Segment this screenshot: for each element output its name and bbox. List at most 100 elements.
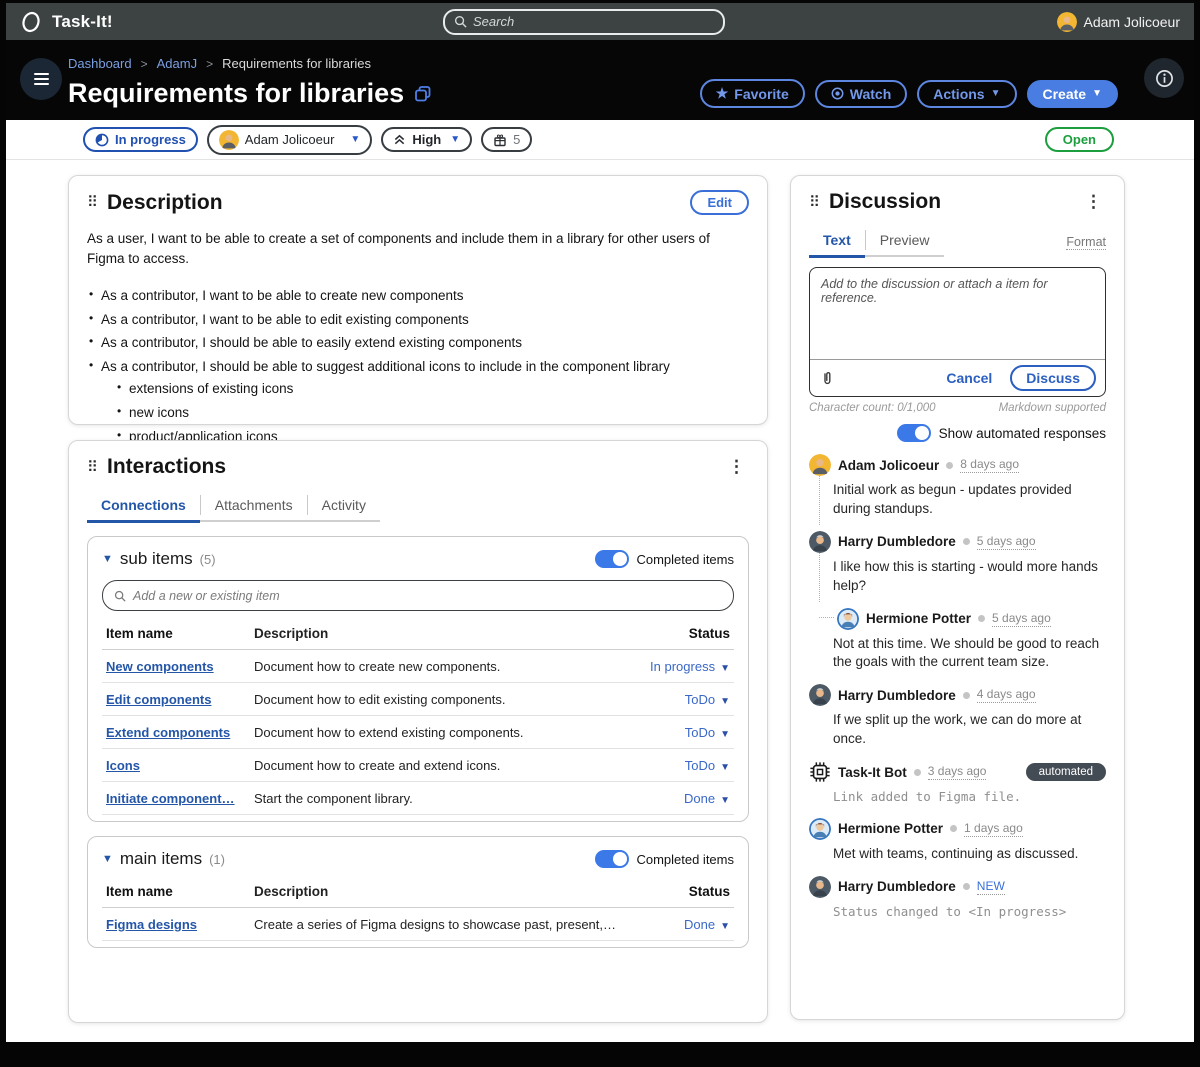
item-link[interactable]: Edit components [106,692,211,707]
sub-items-table: Item nameDescriptionStatusNew components… [102,617,734,815]
item-link[interactable]: Extend components [106,725,230,740]
copy-icon[interactable] [414,85,432,103]
comment-body: If we split up the work, we can do more … [833,711,1106,749]
add-item-placeholder: Add a new or existing item [133,589,280,603]
cancel-button[interactable]: Cancel [946,370,992,386]
description-bullet: As a contributor, I should be able to ea… [87,333,749,353]
points-chip[interactable]: 5 [481,127,532,152]
create-dropdown[interactable]: Create▼ [1027,80,1119,108]
comment: Hermione Potter5 days agoNot at this tim… [809,604,1106,673]
item-link[interactable]: Initiate component… [106,791,235,806]
automated-responses-toggle[interactable] [897,424,931,442]
priority-dropdown[interactable]: High ▼ [381,127,472,152]
discussion-editor[interactable]: Add to the discussion or attach a item f… [809,267,1106,397]
column-header: Item name [106,884,254,899]
edit-button[interactable]: Edit [690,190,749,215]
avatar [219,130,239,150]
list-title: main items [120,849,202,869]
actions-dropdown[interactable]: Actions▼ [917,80,1016,108]
comment-author: Hermione Potter [866,611,971,626]
description-cell: Document how to edit existing components… [254,692,622,707]
avatar [809,684,831,706]
automated-badge: automated [1026,763,1106,781]
breadcrumb-item[interactable]: Dashboard [68,56,132,71]
character-count: Character count: 0/1,000 [809,402,936,414]
status-dropdown[interactable]: In progress▼ [622,659,730,674]
item-cell: Figma designs [106,917,254,932]
search-icon [454,15,467,28]
status-dropdown[interactable]: ToDo▼ [622,692,730,707]
chevron-down-icon: ▼ [720,921,730,932]
tab-preview[interactable]: Preview [866,228,944,255]
comment-header: Task-It Bot 3 days ago automated [809,757,1106,785]
comment-timestamp[interactable]: 8 days ago [960,457,1019,473]
comment-timestamp[interactable]: 3 days ago [928,764,987,780]
comment-timestamp[interactable]: 5 days ago [992,611,1051,627]
collapse-triangle-icon[interactable]: ▼ [102,553,113,565]
main-items-table: Item nameDescriptionStatusFigma designsC… [102,875,734,941]
tab-text[interactable]: Text [809,228,865,255]
assignee-dropdown[interactable]: Adam Jolicoeur ▼ [207,125,373,155]
completed-items-toggle[interactable] [595,850,629,868]
open-state-badge: Open [1045,127,1114,152]
item-link[interactable]: Icons [106,758,140,773]
description-intro: As a user, I want to be able to create a… [87,229,749,268]
user-name: Adam Jolicoeur [1084,14,1181,30]
discussion-tabs: TextPreview [809,228,944,257]
avatar [809,876,831,898]
description-bullet: As a contributor, I want to be able to c… [87,286,749,306]
global-search-input[interactable]: Search [443,9,725,35]
column-header: Description [254,884,622,899]
user-menu[interactable]: Adam Jolicoeur [1057,12,1181,32]
priority-high-icon [393,133,406,146]
tab-attachments[interactable]: Attachments [201,493,307,520]
table-row: New componentsDocument how to create new… [102,650,734,683]
dot-separator [946,462,953,469]
comment-timestamp[interactable]: 4 days ago [977,687,1036,703]
collapse-triangle-icon[interactable]: ▼ [102,853,113,865]
format-link[interactable]: Format [1066,235,1106,250]
comment-header: Harry Dumbledore NEW [809,872,1106,900]
completed-items-toggle[interactable] [595,550,629,568]
comment-author: Harry Dumbledore [838,534,956,549]
status-dropdown[interactable]: Done▼ [622,791,730,806]
toggle-label: Show automated responses [939,426,1106,441]
menu-button[interactable] [20,58,62,100]
kebab-menu-icon[interactable]: ⋮ [1081,192,1106,212]
kebab-menu-icon[interactable]: ⋮ [724,457,749,477]
comment-author: Task-It Bot [838,765,907,780]
add-item-input[interactable]: Add a new or existing item [102,580,734,611]
comment: Adam Jolicoeur8 days agoInitial work as … [809,450,1106,519]
comment-timestamp[interactable]: 5 days ago [977,534,1036,550]
tab-connections[interactable]: Connections [87,493,200,520]
discuss-button[interactable]: Discuss [1010,365,1096,391]
item-link[interactable]: New components [106,659,214,674]
drag-handle-icon[interactable]: ⠿ [87,195,98,210]
status-dropdown[interactable]: ToDo▼ [622,725,730,740]
drag-handle-icon[interactable]: ⠿ [87,460,98,475]
info-button[interactable] [1144,58,1184,98]
status-dropdown[interactable]: Done▼ [622,917,730,932]
item-link[interactable]: Figma designs [106,917,197,932]
meta-bar: In progress Adam Jolicoeur ▼ High ▼ 5 Op… [6,120,1194,160]
comment-timestamp[interactable]: NEW [977,879,1005,895]
comment-timestamp[interactable]: 1 days ago [964,821,1023,837]
chevron-down-icon: ▼ [350,134,360,145]
list-count: (5) [200,552,216,567]
status-chip[interactable]: In progress [83,127,198,152]
avatar [809,454,831,476]
favorite-button[interactable]: ★ Favorite [700,79,805,108]
status-dropdown[interactable]: ToDo▼ [622,758,730,773]
comment-author: Harry Dumbledore [838,688,956,703]
breadcrumb-item[interactable]: AdamJ [157,56,197,71]
comment-header: Adam Jolicoeur8 days ago [809,450,1106,478]
comment-author: Harry Dumbledore [838,879,956,894]
comment-header: Hermione Potter1 days ago [809,814,1106,842]
attach-icon[interactable] [821,371,834,386]
tab-activity[interactable]: Activity [308,493,380,520]
drag-handle-icon[interactable]: ⠿ [809,195,820,210]
chevron-down-icon: ▼ [720,696,730,707]
watch-button[interactable]: Watch [815,80,907,108]
comment: Harry DumbledoreNEWStatus changed to <In… [809,872,1106,921]
sub-items-card: ▼ sub items (5) Completed items Add a ne… [87,536,749,822]
